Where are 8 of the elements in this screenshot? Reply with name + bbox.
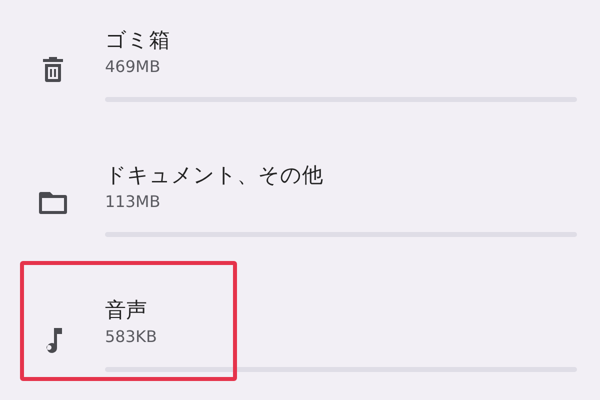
storage-size: 469MB xyxy=(105,56,160,78)
folder-icon xyxy=(38,191,68,215)
category-title[interactable]: ゴミ箱 xyxy=(105,26,170,54)
category-title[interactable]: ドキュメント、その他 xyxy=(105,161,323,189)
storage-size: 583KB xyxy=(105,326,158,348)
storage-size: 113MB xyxy=(105,191,160,213)
category-title[interactable]: 音声 xyxy=(105,296,147,324)
trash-icon xyxy=(40,56,64,82)
